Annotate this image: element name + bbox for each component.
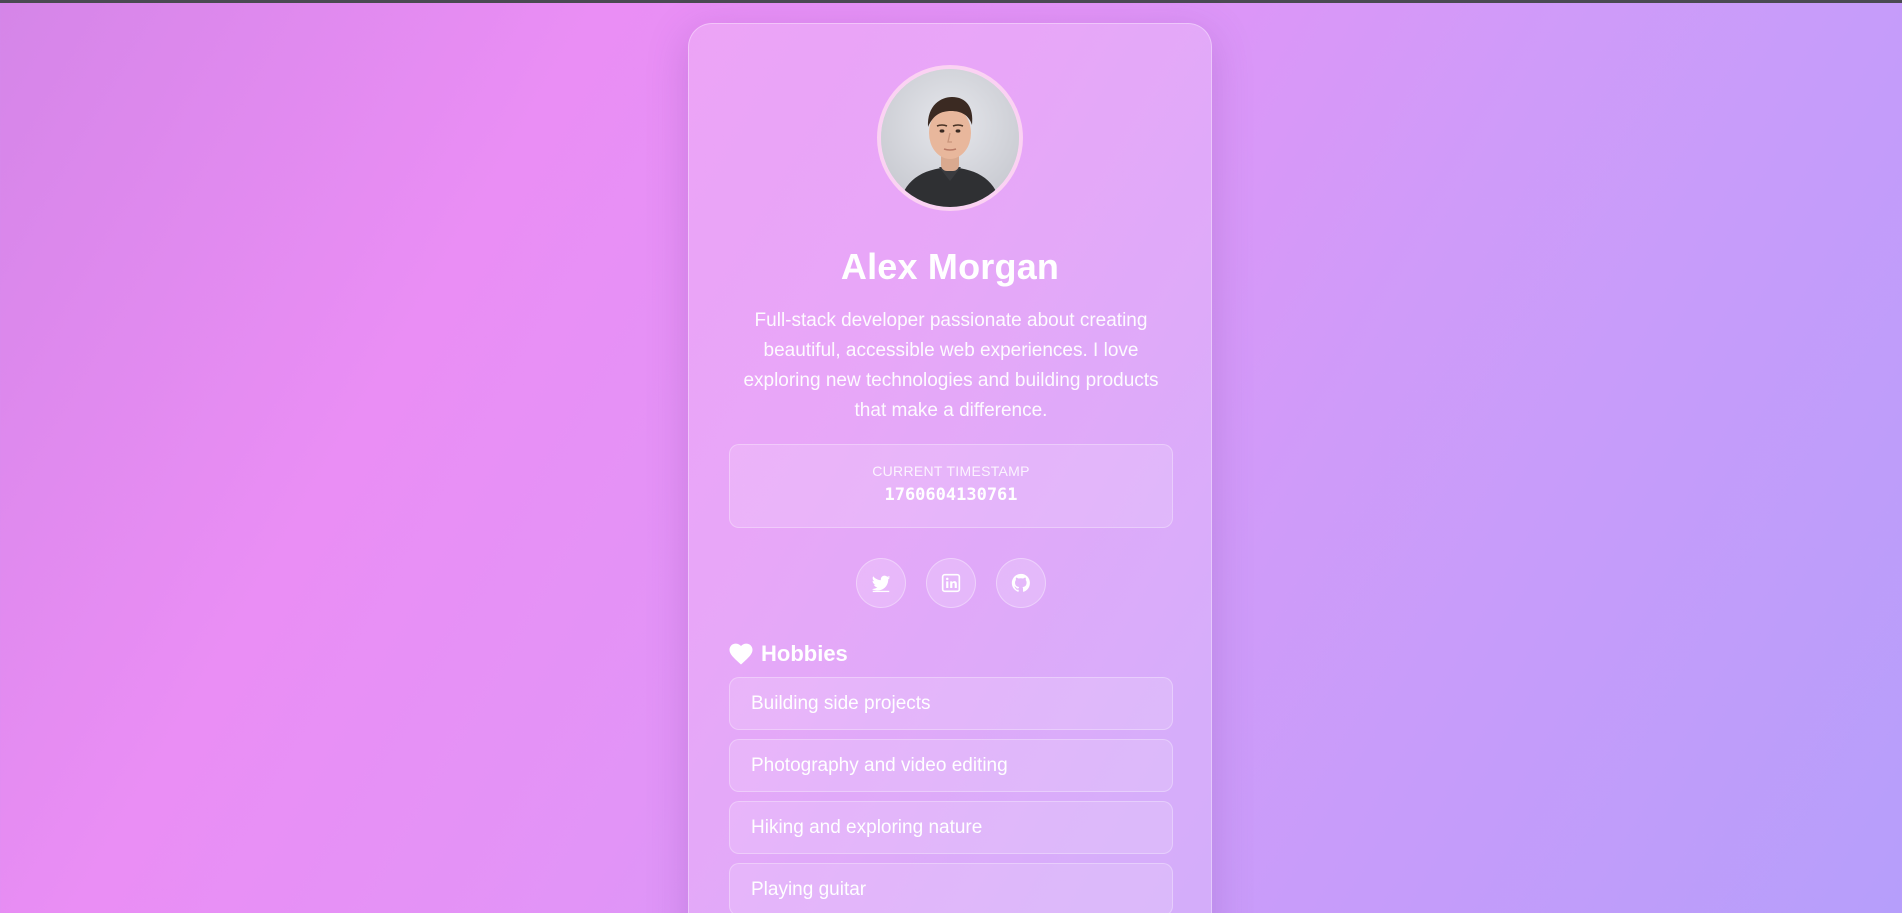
- profile-card: Alex Morgan Full-stack developer passion…: [688, 23, 1212, 913]
- avatar: [877, 65, 1023, 211]
- linkedin-button[interactable]: [926, 558, 976, 608]
- hobby-label: Photography and video editing: [751, 754, 1008, 776]
- hobby-label: Hiking and exploring nature: [751, 816, 983, 838]
- hobby-item: Photography and video editing: [729, 739, 1173, 792]
- twitter-icon: [871, 575, 891, 593]
- github-button[interactable]: [996, 558, 1046, 608]
- timestamp-value: 1760604130761: [884, 485, 1018, 505]
- hobbies-heading: Hobbies: [729, 639, 848, 669]
- github-icon: [1011, 573, 1030, 592]
- heart-icon: [729, 643, 753, 665]
- avatar-photo: [881, 69, 1019, 207]
- timestamp-box: CURRENT TIMESTAMP 1760604130761: [729, 444, 1173, 528]
- profile-name: Alex Morgan: [840, 246, 1060, 287]
- timestamp-label: CURRENT TIMESTAMP: [872, 463, 1030, 479]
- twitter-button[interactable]: [856, 558, 906, 608]
- hobby-label: Building side projects: [751, 692, 931, 714]
- hobby-label: Playing guitar: [751, 878, 867, 900]
- hobby-item: Building side projects: [729, 677, 1173, 730]
- profile-bio: Full-stack developer passionate about cr…: [743, 310, 1159, 421]
- hobby-item: Hiking and exploring nature: [729, 801, 1173, 854]
- hobby-item: Playing guitar: [729, 863, 1173, 913]
- linkedin-icon: [941, 573, 961, 593]
- hobbies-title: Hobbies: [761, 641, 848, 666]
- window-top-strip: [0, 0, 1902, 3]
